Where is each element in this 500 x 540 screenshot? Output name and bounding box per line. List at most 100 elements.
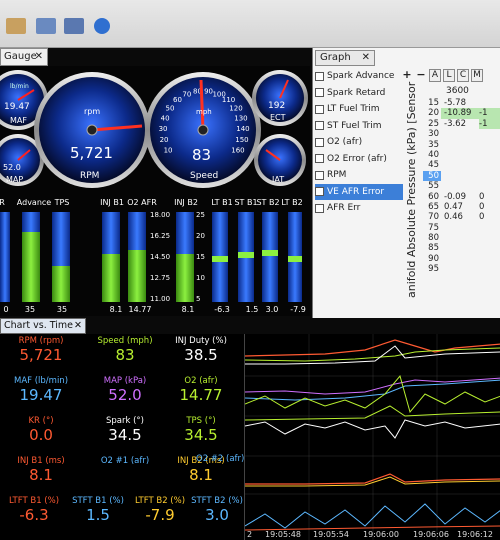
- pid-item[interactable]: O2 (afr): [315, 134, 403, 151]
- table-cell[interactable]: [441, 160, 479, 170]
- table-cell[interactable]: [479, 171, 500, 181]
- time-plot[interactable]: 2 19:05:48 19:05:54 19:06:00 19:06:06 19:06:1…: [244, 334, 500, 540]
- table-cell[interactable]: -1: [479, 118, 500, 130]
- graph-control-button[interactable]: C: [457, 68, 469, 82]
- pid-item[interactable]: RPM: [315, 167, 403, 184]
- readout-stftb2[interactable]: STFT B2 (%) 3.0: [190, 496, 244, 524]
- ve-table-row[interactable]: 85: [423, 243, 500, 253]
- ve-table-row[interactable]: 45: [423, 160, 500, 170]
- readout-maf[interactable]: MAF (lb/min) 19.47: [2, 376, 80, 404]
- ve-table-row[interactable]: 60 -0.09 0: [423, 192, 500, 202]
- table-cell[interactable]: [441, 264, 479, 274]
- ve-table-row[interactable]: 25 -3.62 -1: [423, 118, 500, 130]
- readout-speed[interactable]: Speed (mph) 83: [86, 336, 164, 364]
- table-cell[interactable]: [479, 223, 500, 233]
- pid-item[interactable]: Spark Advance: [315, 68, 403, 85]
- pid-item[interactable]: VE AFR Error: [315, 183, 403, 200]
- graph-tab[interactable]: Graph ✕: [315, 50, 375, 66]
- readout-ltftb1[interactable]: LTFT B1 (%) -6.3: [2, 496, 66, 524]
- ve-table-row[interactable]: 75: [423, 223, 500, 233]
- ve-table-row[interactable]: 70 0.46 0: [423, 212, 500, 222]
- table-cell[interactable]: [479, 150, 500, 160]
- readout-o21[interactable]: O2 #1 (afr): [86, 456, 164, 466]
- table-cell[interactable]: [441, 233, 479, 243]
- readout-stftb1[interactable]: STFT B1 (%) 1.5: [66, 496, 130, 524]
- pid-item[interactable]: ST Fuel Trim: [315, 118, 403, 135]
- table-cell[interactable]: [441, 254, 479, 264]
- table-cell[interactable]: [479, 98, 500, 108]
- table-cell[interactable]: [441, 243, 479, 253]
- pid-item[interactable]: AFR Err: [315, 200, 403, 217]
- table-cell[interactable]: [479, 243, 500, 253]
- readout-kr[interactable]: KR (°) 0.0: [2, 416, 80, 444]
- ve-table-row[interactable]: 50: [423, 170, 500, 182]
- pid-checkbox[interactable]: [315, 137, 324, 147]
- pid-checkbox[interactable]: [315, 203, 324, 213]
- save-icon[interactable]: [64, 18, 84, 34]
- ve-table-row[interactable]: 35: [423, 140, 500, 150]
- close-icon[interactable]: ✕: [362, 52, 370, 63]
- pid-checkbox[interactable]: [315, 154, 324, 164]
- table-cell[interactable]: [479, 140, 500, 150]
- table-cell[interactable]: -10.89: [441, 108, 479, 119]
- ve-table-row[interactable]: 95: [423, 264, 500, 274]
- table-cell[interactable]: [479, 264, 500, 274]
- ve-table-row[interactable]: 30: [423, 129, 500, 139]
- table-cell[interactable]: [441, 129, 479, 139]
- table-cell[interactable]: 0: [479, 212, 500, 222]
- pid-checkbox[interactable]: [315, 88, 324, 98]
- table-cell[interactable]: -3.62: [441, 119, 479, 129]
- table-cell[interactable]: 0.47: [441, 202, 479, 212]
- pid-item[interactable]: O2 Error (afr): [315, 151, 403, 168]
- pid-item[interactable]: LT Fuel Trim: [315, 101, 403, 118]
- table-cell[interactable]: -0.09: [441, 192, 479, 202]
- info-icon[interactable]: [94, 18, 110, 34]
- table-cell[interactable]: [479, 181, 500, 191]
- close-icon[interactable]: ✕: [74, 320, 82, 331]
- table-cell[interactable]: [441, 171, 479, 181]
- graph-control-button[interactable]: A: [429, 68, 441, 82]
- graph-control-button[interactable]: M: [471, 68, 483, 82]
- pid-item[interactable]: Spark Retard: [315, 85, 403, 102]
- readout-ltftb2[interactable]: LTFT B2 (%) -7.9: [130, 496, 190, 524]
- pid-checkbox[interactable]: [315, 170, 324, 180]
- table-cell[interactable]: -5.78: [441, 98, 479, 108]
- folder-icon[interactable]: [6, 18, 26, 34]
- pid-checkbox[interactable]: [315, 121, 324, 131]
- readout-spark[interactable]: Spark (°) 34.5: [86, 416, 164, 444]
- graph-control-button[interactable]: −: [415, 69, 427, 82]
- pid-checkbox[interactable]: [315, 187, 324, 197]
- ve-table-row[interactable]: 80: [423, 233, 500, 243]
- ve-table-row[interactable]: 55: [423, 181, 500, 191]
- readout-rpm[interactable]: RPM (rpm) 5,721: [2, 336, 80, 364]
- table-cell[interactable]: 0: [479, 192, 500, 202]
- close-icon[interactable]: ✕: [35, 51, 43, 62]
- ve-table-row[interactable]: 90: [423, 254, 500, 264]
- ve-table-row[interactable]: 40: [423, 150, 500, 160]
- graph-control-button[interactable]: +: [401, 69, 413, 82]
- readout-map[interactable]: MAP (kPa) 52.0: [86, 376, 164, 404]
- readout-injb1[interactable]: INJ B1 (ms) 8.1: [2, 456, 80, 484]
- ve-table-row[interactable]: 15 -5.78: [423, 98, 500, 108]
- table-cell[interactable]: [479, 254, 500, 264]
- table-cell[interactable]: [441, 140, 479, 150]
- table-cell[interactable]: [441, 223, 479, 233]
- ve-table-row[interactable]: 20 -10.89 -1: [423, 108, 500, 119]
- table-cell[interactable]: [441, 150, 479, 160]
- table-cell[interactable]: [441, 181, 479, 191]
- readout-o22[interactable]: O2 #2 (afr): [196, 454, 244, 464]
- table-cell[interactable]: -1: [479, 108, 500, 119]
- table-cell[interactable]: [479, 129, 500, 139]
- pid-checkbox[interactable]: [315, 104, 324, 114]
- table-cell[interactable]: 0.46: [441, 212, 479, 222]
- table-cell[interactable]: [479, 233, 500, 243]
- gauge-tab[interactable]: Gauge ✕: [0, 48, 48, 66]
- open-icon[interactable]: [36, 18, 56, 34]
- chart-vs-time-tab[interactable]: Chart vs. Time ✕: [0, 318, 86, 334]
- graph-control-button[interactable]: L: [443, 68, 455, 82]
- pid-checkbox[interactable]: [315, 71, 324, 81]
- readout-o2[interactable]: O2 (afr) 14.77: [162, 376, 240, 404]
- table-cell[interactable]: 0: [479, 202, 500, 212]
- table-cell[interactable]: [479, 160, 500, 170]
- readout-tps[interactable]: TPS (°) 34.5: [162, 416, 240, 444]
